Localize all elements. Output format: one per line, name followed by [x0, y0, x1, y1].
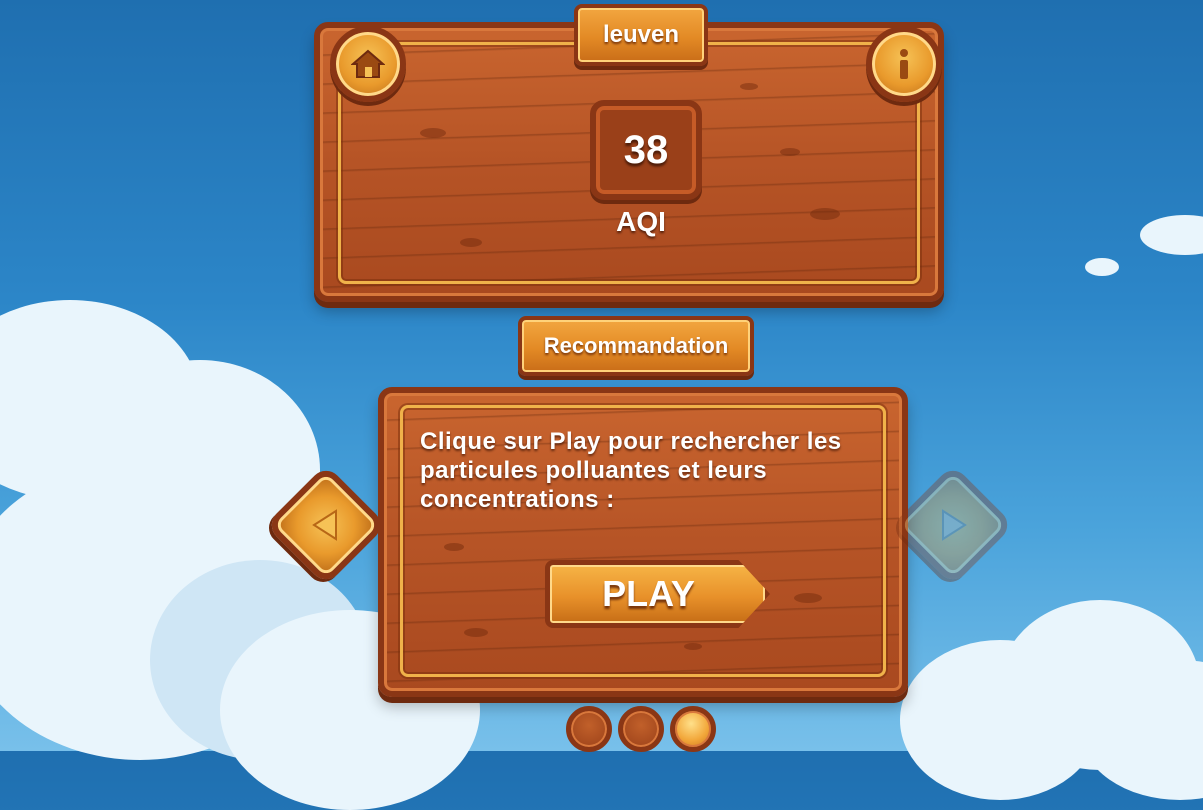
- arrow-right-icon: [942, 509, 967, 541]
- recommendation-text: Clique sur Play pour rechercher les part…: [420, 428, 842, 513]
- play-button-label: PLAY: [602, 573, 695, 614]
- home-button[interactable]: [330, 26, 406, 102]
- aqi-value: 38: [623, 127, 669, 172]
- info-button[interactable]: [866, 26, 942, 102]
- info-icon: [900, 49, 908, 79]
- page-dot-2[interactable]: [618, 706, 664, 752]
- aqi-label: AQI: [616, 206, 666, 237]
- page-dot-3[interactable]: [670, 706, 716, 752]
- page-dot-1[interactable]: [566, 706, 612, 752]
- play-button[interactable]: PLAY: [545, 560, 770, 628]
- recommendation-title: Recommandation: [543, 333, 729, 358]
- city-name-plank: leuven: [574, 4, 708, 66]
- home-icon: [351, 49, 385, 78]
- recommendation-title-plank: Recommandation: [518, 316, 754, 376]
- city-name: leuven: [602, 21, 680, 48]
- aqi-badge: 38: [590, 100, 702, 200]
- arrow-left-icon: [312, 509, 337, 541]
